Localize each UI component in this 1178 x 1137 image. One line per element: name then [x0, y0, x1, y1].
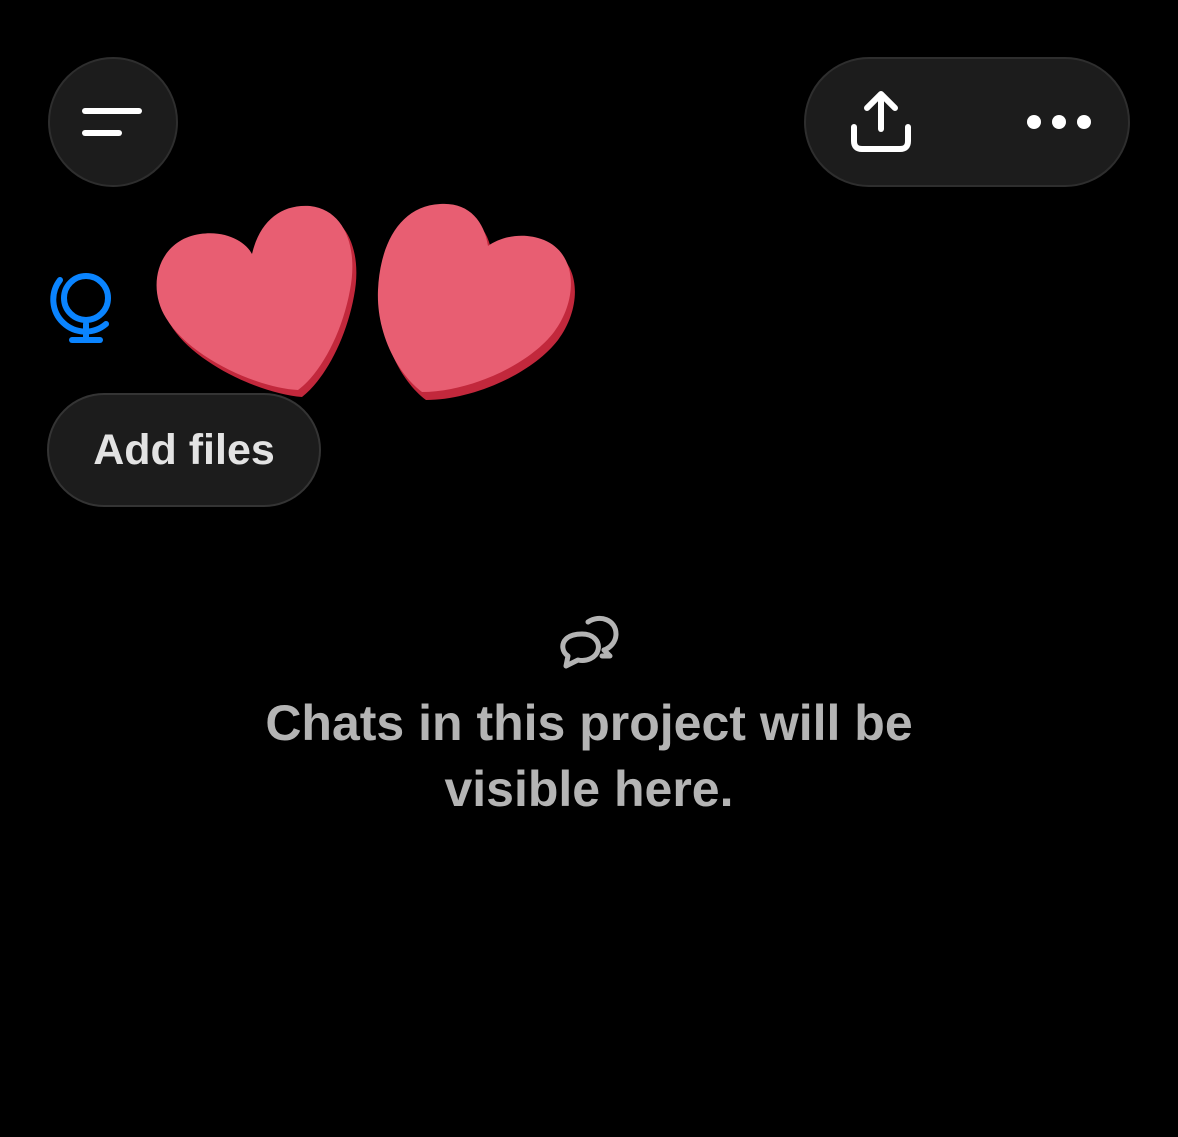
project-screen: Add files Chats in this project will be …: [0, 0, 1178, 1137]
share-button[interactable]: [836, 79, 926, 165]
more-options-button[interactable]: [1006, 79, 1111, 165]
empty-state: Chats in this project will be visible he…: [189, 612, 989, 822]
menu-lines-icon: [82, 108, 142, 136]
chats-icon: [560, 616, 619, 669]
add-files-button[interactable]: Add files: [47, 393, 321, 507]
empty-state-message: Chats in this project will be visible he…: [265, 695, 913, 817]
more-horizontal-icon: [1026, 115, 1091, 129]
header-actions: [804, 57, 1130, 187]
share-upload-icon: [851, 91, 911, 152]
sidebar-menu-button[interactable]: [48, 57, 178, 187]
hearts-sticker-icon: [156, 203, 575, 400]
globe-icon: [50, 273, 111, 343]
